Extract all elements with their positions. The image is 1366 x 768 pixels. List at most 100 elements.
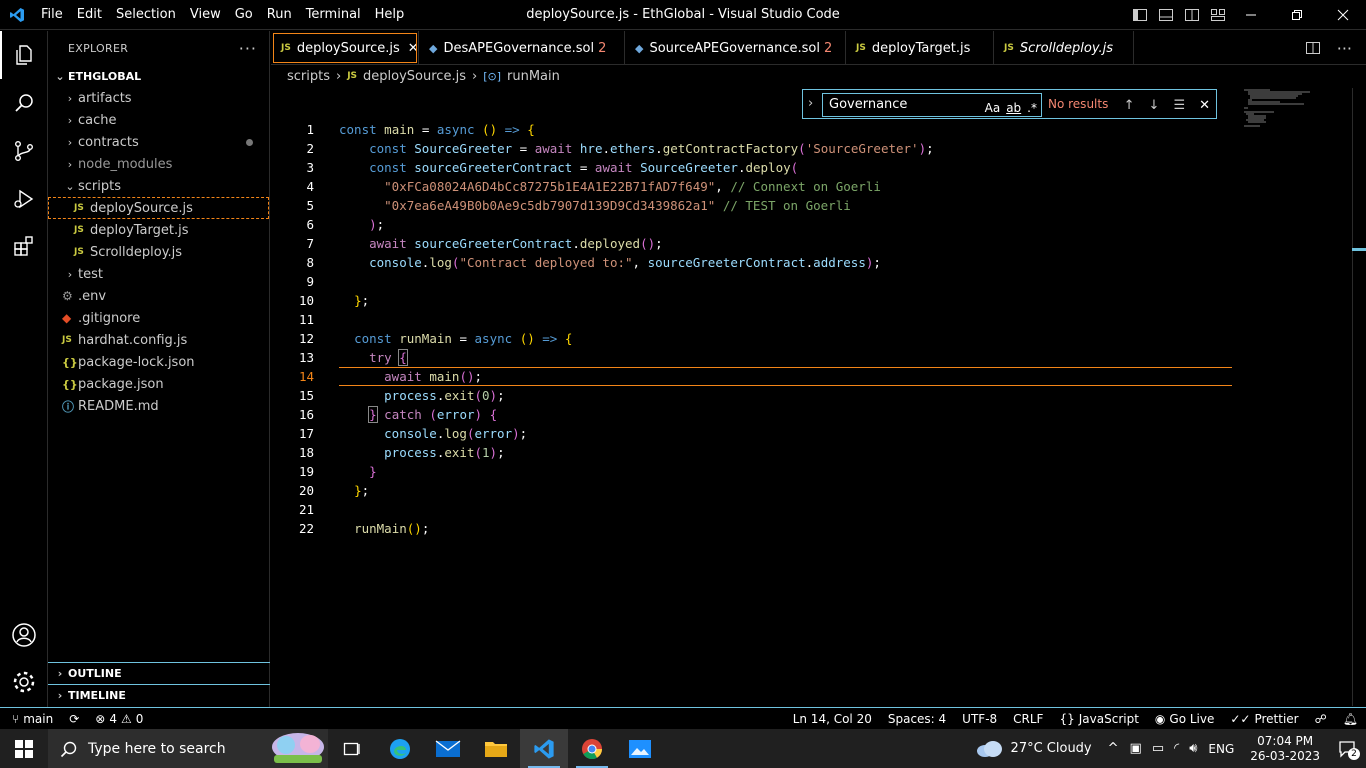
- tab-deploysource[interactable]: JS deploySource.js ✕: [271, 31, 419, 65]
- prettier[interactable]: ✓✓ Prettier: [1222, 712, 1306, 726]
- breadcrumb-file[interactable]: deploySource.js: [363, 69, 466, 84]
- timeline-section[interactable]: › TIMELINE: [48, 684, 270, 706]
- menu-selection[interactable]: Selection: [109, 0, 183, 30]
- more-actions-icon[interactable]: ···: [239, 39, 257, 58]
- tree-file-package-json[interactable]: {} package.json: [48, 373, 269, 395]
- find-in-selection-icon[interactable]: ☰: [1173, 98, 1185, 113]
- tree-folder-node-modules[interactable]: › node_modules: [48, 153, 269, 175]
- tab-scrolldeploy[interactable]: JS Scrolldeploy.js: [994, 31, 1134, 65]
- close-icon[interactable]: ✕: [1199, 98, 1210, 113]
- start-button[interactable]: [0, 729, 48, 768]
- menu-terminal[interactable]: Terminal: [299, 0, 368, 30]
- minimap[interactable]: [1240, 88, 1330, 128]
- restore-button[interactable]: [1274, 0, 1320, 30]
- battery-icon[interactable]: ▭: [1147, 741, 1169, 756]
- taskbar-edge[interactable]: [376, 729, 424, 768]
- network-icon[interactable]: ◜: [1169, 741, 1184, 756]
- language-indicator[interactable]: ENG: [1202, 742, 1240, 756]
- menu-help[interactable]: Help: [368, 0, 412, 30]
- toggle-secondary-sidebar-icon[interactable]: [1184, 7, 1200, 23]
- menu-view[interactable]: View: [183, 0, 228, 30]
- source-control-activity[interactable]: [0, 127, 48, 175]
- more-actions-icon[interactable]: ···: [1337, 39, 1352, 58]
- encoding[interactable]: UTF-8: [954, 712, 1005, 726]
- customize-layout-icon[interactable]: [1210, 7, 1226, 23]
- minimize-button[interactable]: [1228, 0, 1274, 30]
- match-whole-word-icon[interactable]: ab: [1006, 97, 1021, 119]
- search-activity[interactable]: [0, 79, 48, 127]
- tree-file-package-lock[interactable]: {} package-lock.json: [48, 351, 269, 373]
- menu-edit[interactable]: Edit: [70, 0, 109, 30]
- outline-section[interactable]: › OUTLINE: [48, 662, 270, 684]
- breadcrumb-folder[interactable]: scripts: [287, 69, 330, 84]
- notification-center[interactable]: 2: [1330, 740, 1366, 760]
- indentation[interactable]: Spaces: 4: [880, 712, 954, 726]
- taskbar-vscode[interactable]: [520, 729, 568, 768]
- tab-desapegovernance[interactable]: ◆ DesAPEGovernance.sol 2: [419, 31, 625, 65]
- breadcrumb-symbol[interactable]: runMain: [507, 69, 560, 84]
- mail-icon: [435, 739, 461, 757]
- hardware-icon[interactable]: ▣: [1125, 741, 1147, 756]
- toggle-panel-icon[interactable]: [1158, 7, 1174, 23]
- next-match-icon[interactable]: ↓: [1149, 98, 1160, 113]
- extensions-activity[interactable]: [0, 223, 48, 271]
- tree-file-readme[interactable]: ⓘ README.md: [48, 395, 269, 417]
- code-editor[interactable]: 1 const main = async () => { 2 const Sour…: [271, 88, 1352, 706]
- run-debug-activity[interactable]: [0, 175, 48, 223]
- match-case-icon[interactable]: Aa: [985, 97, 1001, 119]
- close-icon[interactable]: ✕: [408, 41, 419, 56]
- cursor-position[interactable]: Ln 14, Col 20: [785, 712, 880, 726]
- branch-status[interactable]: ⑂ main: [0, 712, 61, 726]
- workspace-root[interactable]: ⌄ ETHGLOBAL: [48, 65, 269, 87]
- volume-icon[interactable]: 🔊︎: [1184, 741, 1202, 756]
- tree-file-env[interactable]: ⚙ .env: [48, 285, 269, 307]
- tree-folder-cache[interactable]: › cache: [48, 109, 269, 131]
- weather-text: 27°C Cloudy: [1010, 741, 1092, 756]
- end-of-line[interactable]: CRLF: [1005, 712, 1051, 726]
- tree-folder-contracts[interactable]: › contracts: [48, 131, 269, 153]
- tree-folder-test[interactable]: › test: [48, 263, 269, 285]
- taskbar-file-explorer[interactable]: [472, 729, 520, 768]
- notifications-bell-icon[interactable]: 🔔︎: [1335, 712, 1366, 726]
- tree-folder-artifacts[interactable]: › artifacts: [48, 87, 269, 109]
- split-editor-icon[interactable]: [1305, 40, 1321, 56]
- tab-deploytarget[interactable]: JS deployTarget.js: [846, 31, 994, 65]
- tree-folder-scripts[interactable]: ⌄ scripts: [48, 175, 269, 197]
- task-view-button[interactable]: [328, 729, 376, 768]
- tab-sourceapegovernance[interactable]: ◆ SourceAPEGovernance.sol 2: [625, 31, 846, 65]
- taskbar-search[interactable]: Type here to search: [48, 729, 328, 768]
- accounts-activity[interactable]: [0, 611, 48, 659]
- toggle-primary-sidebar-icon[interactable]: [1132, 7, 1148, 23]
- error-icon: ⊗: [95, 711, 106, 726]
- tree-file-scrolldeploy[interactable]: JS Scrolldeploy.js: [48, 241, 269, 263]
- tree-file-deploytarget[interactable]: JS deployTarget.js: [48, 219, 269, 241]
- tree-file-hardhat-config[interactable]: JS hardhat.config.js: [48, 329, 269, 351]
- weather-widget[interactable]: 27°C Cloudy: [965, 740, 1102, 758]
- taskbar-mail[interactable]: [424, 729, 472, 768]
- tab-label: SourceAPEGovernance.sol: [649, 40, 820, 56]
- go-live[interactable]: ◉ Go Live: [1147, 712, 1222, 726]
- menu-file[interactable]: File: [34, 0, 70, 30]
- find-input[interactable]: Governance Aa ab .*: [822, 93, 1042, 117]
- feedback-icon[interactable]: ☍: [1307, 712, 1335, 726]
- taskbar-chrome[interactable]: [568, 729, 616, 768]
- show-hidden-icons-icon[interactable]: ^: [1102, 741, 1125, 756]
- code-line: 7 await sourceGreeterContract.deployed()…: [271, 234, 1352, 253]
- menu-go[interactable]: Go: [228, 0, 260, 30]
- explorer-activity[interactable]: [0, 31, 48, 79]
- gear-file-icon: ⚙: [62, 289, 73, 303]
- language-mode[interactable]: {} JavaScript: [1051, 712, 1146, 726]
- clock[interactable]: 07:04 PM 26-03-2023: [1240, 734, 1330, 764]
- menu-run[interactable]: Run: [260, 0, 299, 30]
- editor-scrollbar[interactable]: [1352, 88, 1366, 706]
- toggle-replace-icon[interactable]: ›: [808, 96, 813, 111]
- previous-match-icon[interactable]: ↑: [1124, 98, 1135, 113]
- problems-status[interactable]: ⊗ 4 ⚠ 0: [87, 712, 151, 726]
- close-window-button[interactable]: [1320, 0, 1366, 30]
- manage-activity[interactable]: [0, 658, 48, 706]
- tree-file-gitignore[interactable]: ◆ .gitignore: [48, 307, 269, 329]
- sync-icon[interactable]: ⟳: [61, 712, 87, 726]
- use-regex-icon[interactable]: .*: [1027, 97, 1037, 119]
- tree-file-deploysource[interactable]: JS deploySource.js: [48, 197, 269, 219]
- taskbar-photos[interactable]: [616, 729, 664, 768]
